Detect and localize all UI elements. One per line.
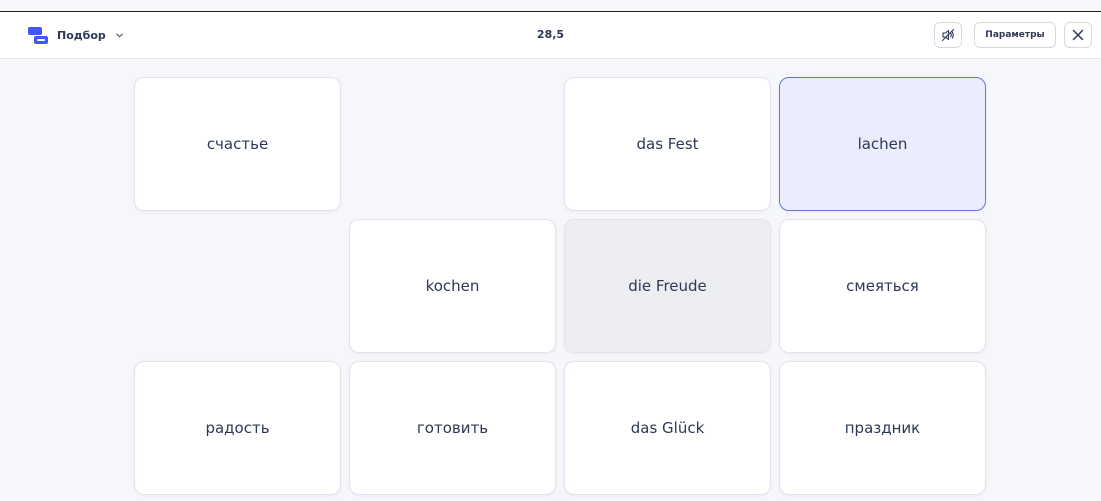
card-das-fest[interactable]: das Fest bbox=[564, 77, 771, 211]
sound-off-icon bbox=[941, 28, 955, 42]
card-schaste[interactable]: счастье bbox=[134, 77, 341, 211]
mode-label: Подбор bbox=[57, 28, 106, 42]
match-mode-icon bbox=[28, 27, 48, 44]
card-lachen[interactable]: lachen bbox=[779, 77, 986, 211]
card-prazdnik[interactable]: праздник bbox=[779, 361, 986, 495]
settings-button[interactable]: Параметры bbox=[974, 22, 1056, 48]
sound-toggle-button[interactable] bbox=[934, 22, 962, 48]
close-button[interactable] bbox=[1064, 22, 1092, 48]
card-das-glueck[interactable]: das Glück bbox=[564, 361, 771, 495]
card-kochen[interactable]: kochen bbox=[349, 219, 556, 353]
match-game-screen: Подбор 28,5 Параметры счастье das Fest l… bbox=[0, 0, 1101, 501]
game-header: Подбор 28,5 Параметры bbox=[0, 12, 1101, 59]
close-icon bbox=[1072, 29, 1084, 41]
mode-switcher[interactable]: Подбор bbox=[27, 23, 124, 47]
chevron-down-icon bbox=[115, 33, 123, 37]
card-gotovit[interactable]: готовить bbox=[349, 361, 556, 495]
card-die-freude[interactable]: die Freude bbox=[564, 219, 771, 353]
card-smeyatsya[interactable]: смеяться bbox=[779, 219, 986, 353]
card-radost[interactable]: радость bbox=[134, 361, 341, 495]
